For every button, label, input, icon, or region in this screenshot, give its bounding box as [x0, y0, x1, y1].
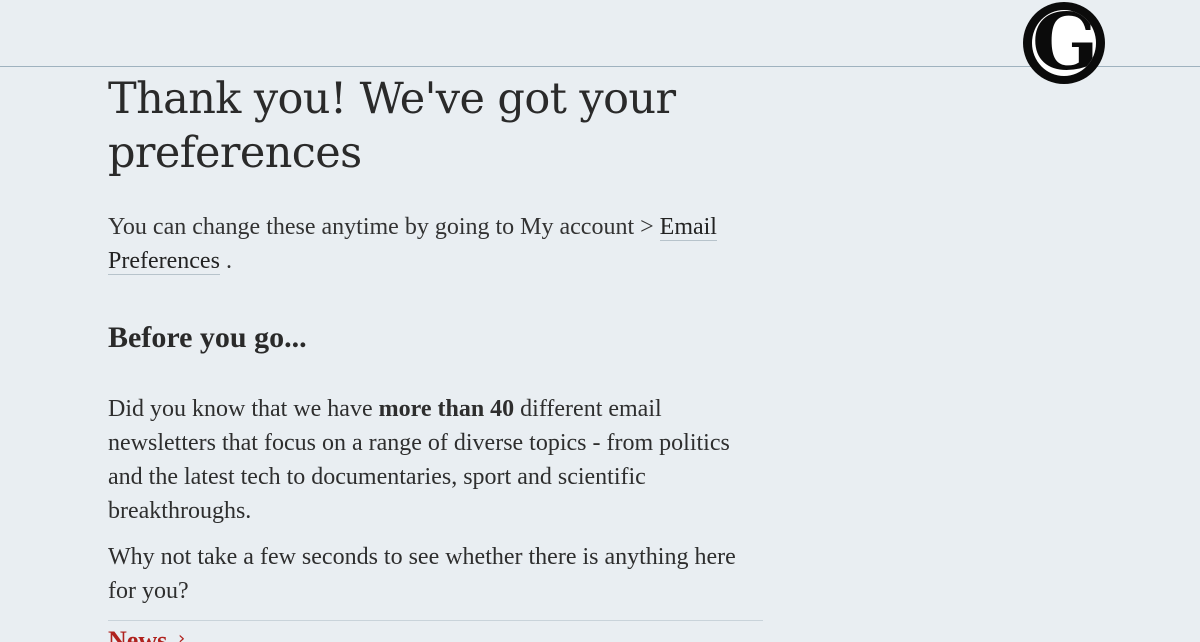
newsletter-count: more than 40	[378, 396, 515, 422]
category-news-label[interactable]: News	[108, 626, 167, 642]
section-divider	[108, 620, 763, 621]
section-heading: Before you go...	[108, 321, 307, 354]
newsletter-paragraph: Did you know that we have more than 40 d…	[108, 392, 768, 528]
page: G Thank you! We've got your preferences …	[0, 0, 1200, 642]
guardian-logo[interactable]: G	[1023, 2, 1105, 84]
logo-letter: G	[1032, 10, 1096, 76]
invitation-paragraph: Why not take a few seconds to see whethe…	[108, 544, 736, 604]
intro-text-after: .	[219, 248, 232, 274]
intro-text-before: You can change these anytime by going to…	[108, 214, 660, 240]
page-title: Thank you! We've got your preferences	[108, 74, 676, 178]
chevron-right-icon: ›	[178, 628, 186, 642]
main-content: Thank you! We've got your preferences Yo…	[108, 72, 768, 608]
intro-text: You can change these anytime by going to…	[108, 210, 768, 278]
logo-inner-circle: G	[1032, 10, 1096, 76]
header-divider	[0, 66, 1200, 67]
paragraph-text-before: Did you know that we have	[108, 396, 379, 422]
